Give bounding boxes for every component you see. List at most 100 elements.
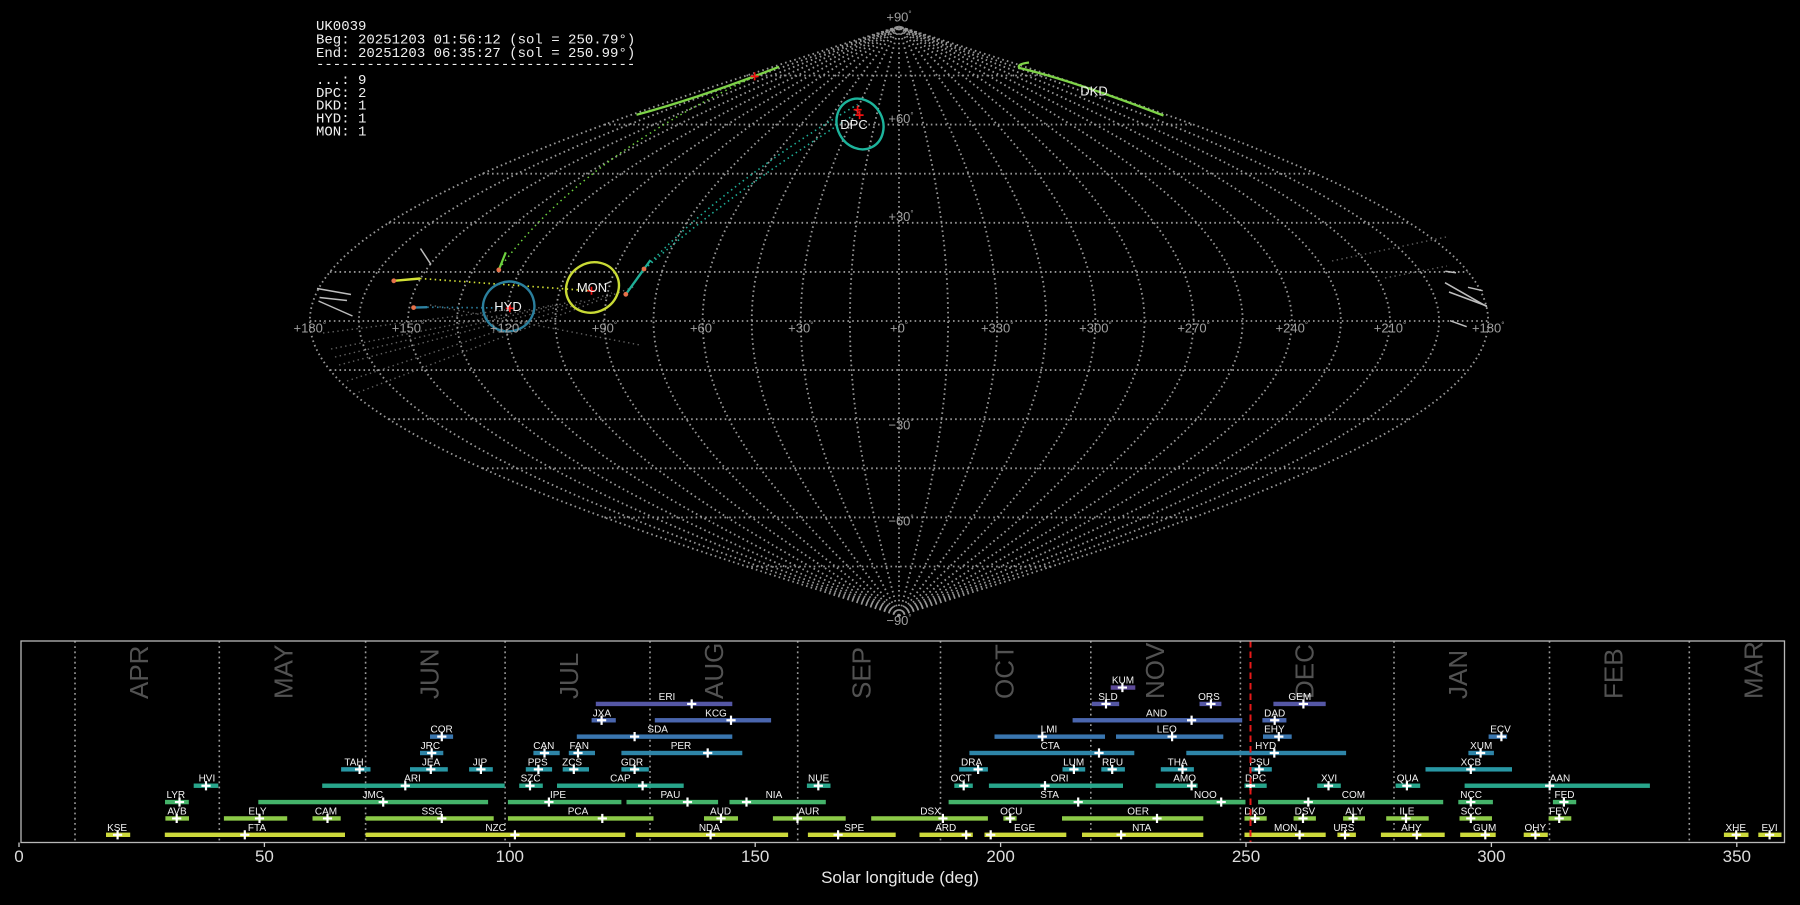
svg-text:STA: STA xyxy=(1040,790,1059,801)
svg-text:+240°: +240° xyxy=(1276,321,1309,336)
svg-text:+30°: +30° xyxy=(788,321,813,336)
svg-text:ZCS: ZCS xyxy=(562,757,582,768)
svg-text:LUM: LUM xyxy=(1063,757,1084,768)
svg-text:FEB: FEB xyxy=(1599,648,1629,699)
svg-text:AUG: AUG xyxy=(699,643,729,699)
svg-text:XHE: XHE xyxy=(1726,823,1747,834)
svg-text:KSE: KSE xyxy=(107,823,127,834)
svg-text:OER: OER xyxy=(1127,806,1149,817)
svg-text:TAH: TAH xyxy=(344,757,363,768)
svg-text:RPU: RPU xyxy=(1102,757,1123,768)
svg-text:COR: COR xyxy=(430,725,452,736)
svg-text:HYD: HYD xyxy=(494,299,521,314)
svg-text:LMI: LMI xyxy=(1041,725,1058,736)
svg-text:+60°: +60° xyxy=(690,321,715,336)
svg-text:NIA: NIA xyxy=(766,790,783,801)
svg-text:SLD: SLD xyxy=(1098,692,1117,703)
svg-text:SDA: SDA xyxy=(647,725,668,736)
svg-text:PSU: PSU xyxy=(1249,757,1270,768)
svg-text:GUM: GUM xyxy=(1473,823,1496,834)
svg-text:+60°: +60° xyxy=(888,111,913,126)
svg-text:NZC: NZC xyxy=(485,823,506,834)
svg-text:+180°: +180° xyxy=(1472,321,1505,336)
svg-text:ECV: ECV xyxy=(1490,725,1511,736)
svg-text:KCG: KCG xyxy=(705,708,727,719)
svg-text:DEC: DEC xyxy=(1289,644,1319,699)
svg-text:+30°: +30° xyxy=(888,209,913,224)
svg-text:Solar longitude (deg): Solar longitude (deg) xyxy=(821,868,979,887)
svg-text:EGE: EGE xyxy=(1014,823,1035,834)
svg-text:JAN: JAN xyxy=(1443,650,1473,699)
svg-text:XVI: XVI xyxy=(1321,774,1337,785)
svg-text:JUL: JUL xyxy=(554,653,584,699)
svg-text:NOO: NOO xyxy=(1194,790,1217,801)
svg-text:SEP: SEP xyxy=(847,647,877,699)
svg-text:150: 150 xyxy=(741,847,769,866)
svg-text:SCC: SCC xyxy=(1461,806,1482,817)
svg-text:MON: MON xyxy=(577,280,607,295)
svg-text:KUM: KUM xyxy=(1112,676,1134,687)
svg-text:ERI: ERI xyxy=(659,692,676,703)
svg-text:JEA: JEA xyxy=(422,757,441,768)
svg-text:OHY: OHY xyxy=(1524,823,1546,834)
svg-text:PPS: PPS xyxy=(528,757,548,768)
svg-text:JIP: JIP xyxy=(473,757,488,768)
svg-text:MON: MON xyxy=(1274,823,1297,834)
svg-text:CAN: CAN xyxy=(533,741,554,752)
svg-text:300: 300 xyxy=(1477,847,1505,866)
svg-text:+0°: +0° xyxy=(890,321,908,336)
svg-text:350: 350 xyxy=(1723,847,1751,866)
svg-text:FTA: FTA xyxy=(248,823,266,834)
svg-text:DAD: DAD xyxy=(1264,708,1285,719)
svg-text:OCT: OCT xyxy=(951,774,972,785)
svg-text:XCB: XCB xyxy=(1461,757,1482,768)
svg-text:AUR: AUR xyxy=(798,806,819,817)
svg-text:AUD: AUD xyxy=(710,806,731,817)
svg-text:+300°: +300° xyxy=(1079,321,1112,336)
svg-text:ARD: ARD xyxy=(935,823,956,834)
svg-text:DPC: DPC xyxy=(840,117,867,132)
svg-text:DKD: DKD xyxy=(1080,84,1107,99)
svg-text:APR: APR xyxy=(124,646,154,699)
svg-text:NCC: NCC xyxy=(1460,790,1482,801)
svg-text:−90°: −90° xyxy=(886,613,911,628)
svg-text:CAP: CAP xyxy=(610,774,631,785)
svg-text:AMO: AMO xyxy=(1173,774,1196,785)
svg-text:FAN: FAN xyxy=(569,741,588,752)
svg-text:JRC: JRC xyxy=(421,741,440,752)
svg-text:AND: AND xyxy=(1146,708,1167,719)
svg-text:−60°: −60° xyxy=(888,514,913,529)
svg-text:250: 250 xyxy=(1232,847,1260,866)
svg-text:THA: THA xyxy=(1168,757,1188,768)
svg-text:+330°: +330° xyxy=(981,321,1013,336)
svg-text:NDA: NDA xyxy=(699,823,720,834)
svg-text:EVI: EVI xyxy=(1762,823,1778,834)
svg-text:AVB: AVB xyxy=(167,806,187,817)
svg-text:SPE: SPE xyxy=(844,823,864,834)
svg-text:ORS: ORS xyxy=(1198,692,1220,703)
svg-text:JUN: JUN xyxy=(415,648,445,699)
svg-text:URS: URS xyxy=(1333,823,1354,834)
svg-text:ORI: ORI xyxy=(1051,774,1069,785)
svg-text:+90°: +90° xyxy=(592,321,617,336)
svg-text:MAY: MAY xyxy=(268,645,298,699)
svg-text:LYR: LYR xyxy=(166,790,185,801)
svg-text:+90°: +90° xyxy=(886,10,911,25)
svg-text:JMC: JMC xyxy=(363,790,384,801)
svg-text:OCT: OCT xyxy=(990,644,1020,699)
svg-text:−30°: −30° xyxy=(888,418,913,433)
svg-text:CAM: CAM xyxy=(315,806,337,817)
svg-text:ARI: ARI xyxy=(404,774,421,785)
svg-text:NOV: NOV xyxy=(1140,642,1170,699)
svg-text:FED: FED xyxy=(1555,790,1575,801)
svg-text:GDR: GDR xyxy=(621,757,643,768)
svg-text:+210°: +210° xyxy=(1374,321,1407,336)
svg-text:IPE: IPE xyxy=(550,790,566,801)
svg-text:AAN: AAN xyxy=(1550,774,1571,785)
svg-text:OCU: OCU xyxy=(1000,806,1022,817)
svg-text:DSX: DSX xyxy=(920,806,941,817)
svg-text:MAR: MAR xyxy=(1738,641,1768,699)
svg-text:PER: PER xyxy=(671,741,692,752)
svg-text:DPC: DPC xyxy=(1245,774,1266,785)
svg-text:DRA: DRA xyxy=(961,757,982,768)
